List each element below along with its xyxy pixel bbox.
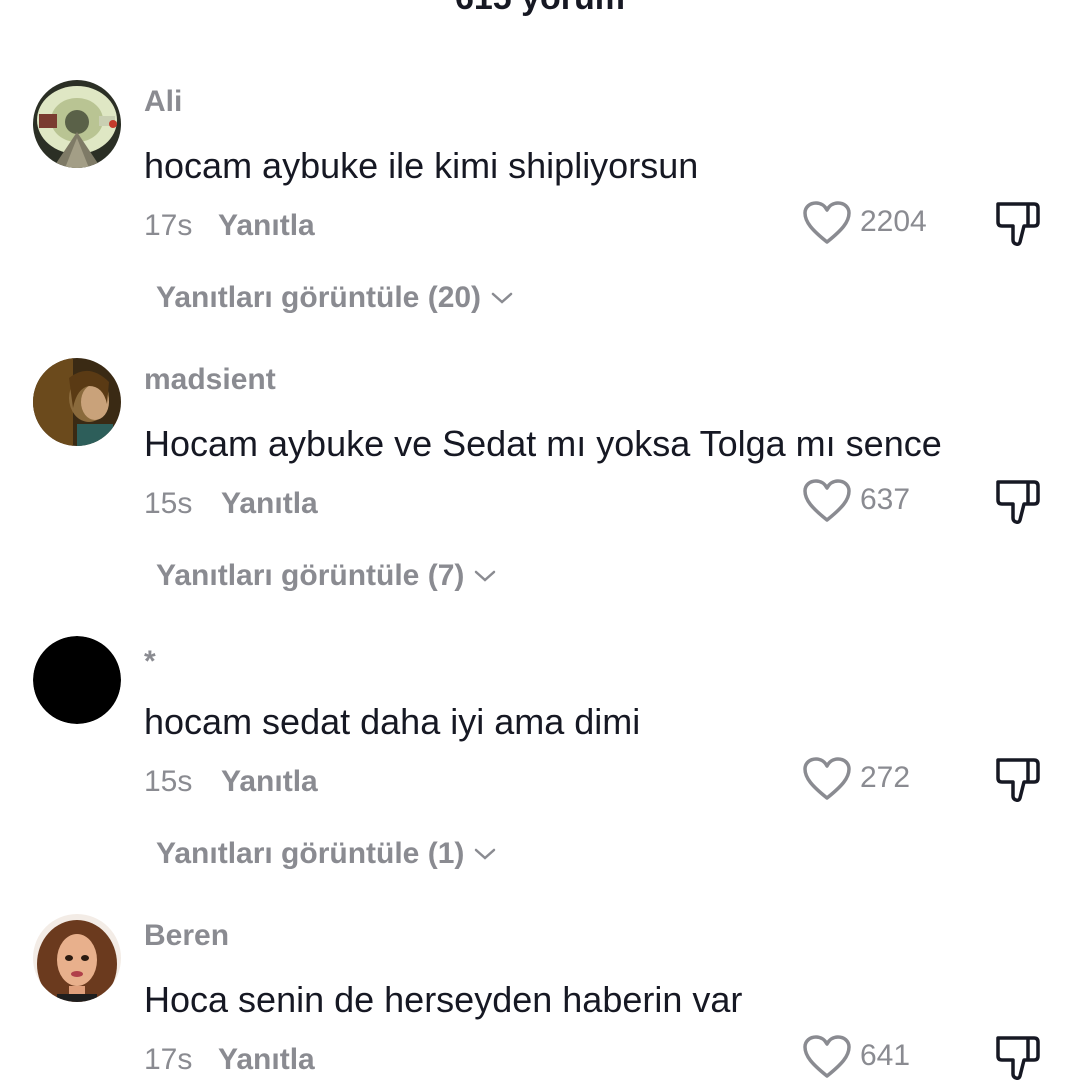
comment-time: 17s [144,209,193,242]
comment-text: hocam sedat daha iyi ama dimi [144,701,641,742]
close-button[interactable] [1002,0,1046,10]
comment-item: Beren Hoca senin de herseyden haberin va… [0,914,1080,1080]
like-count: 2204 [860,205,927,238]
view-replies-label: Yanıtları görüntüle (7) [156,559,465,592]
view-replies-label: Yanıtları görüntüle (20) [156,281,482,314]
comment-item: Ali hocam aybuke ile kimi shipliyorsun 1… [0,80,1080,350]
like-count: 637 [860,483,911,516]
dislike-icon[interactable] [994,198,1042,248]
view-replies-button[interactable]: Yanıtları görüntüle (1) [156,836,496,872]
portrait-avatar-image [33,358,121,446]
comments-count-title: 615 yorum [0,0,1080,18]
avatar[interactable] [33,636,121,724]
comment-text: Hocam aybuke ve Sedat mı yoksa Tolga mı … [144,423,942,464]
dislike-icon[interactable] [994,754,1042,804]
heart-icon[interactable] [802,756,852,802]
comment-username[interactable]: madsient [144,362,276,398]
comment-item: * hocam sedat daha iyi ama dimi 15s Yanı… [0,636,1080,906]
like-count: 641 [860,1039,911,1072]
view-replies-button[interactable]: Yanıtları görüntüle (20) [156,280,513,316]
view-replies-label: Yanıtları görüntüle (1) [156,837,465,870]
illustrated-avatar-image [33,914,121,1002]
comment-username[interactable]: Beren [144,918,229,954]
avatar[interactable] [33,914,121,1002]
reply-button[interactable]: Yanıtla [221,764,318,800]
heart-icon[interactable] [802,1034,852,1080]
chevron-down-icon [491,292,513,304]
avatar[interactable] [33,80,121,168]
chevron-down-icon [475,848,496,860]
close-icon [1002,0,1046,10]
reply-button[interactable]: Yanıtla [218,208,315,244]
heart-icon[interactable] [802,200,852,246]
avatar[interactable] [33,358,121,446]
tunnel-avatar-image [33,80,121,168]
dislike-icon[interactable] [994,1032,1042,1082]
comment-time: 17s [144,1043,193,1076]
heart-icon[interactable] [802,478,852,524]
comment-username[interactable]: * [144,644,156,680]
comment-time: 15s [144,487,193,520]
view-replies-button[interactable]: Yanıtları görüntüle (7) [156,558,496,594]
comment-username[interactable]: Ali [144,84,182,120]
reply-button[interactable]: Yanıtla [218,1042,315,1078]
comment-text: Hoca senin de herseyden haberin var [144,979,743,1020]
chevron-down-icon [475,570,496,582]
like-count: 272 [860,761,911,794]
comment-text: hocam aybuke ile kimi shipliyorsun [144,145,699,186]
comment-item: madsient Hocam aybuke ve Sedat mı yoksa … [0,358,1080,628]
reply-button[interactable]: Yanıtla [221,486,318,522]
black-avatar-image [33,636,121,724]
dislike-icon[interactable] [994,476,1042,526]
comment-time: 15s [144,765,193,798]
